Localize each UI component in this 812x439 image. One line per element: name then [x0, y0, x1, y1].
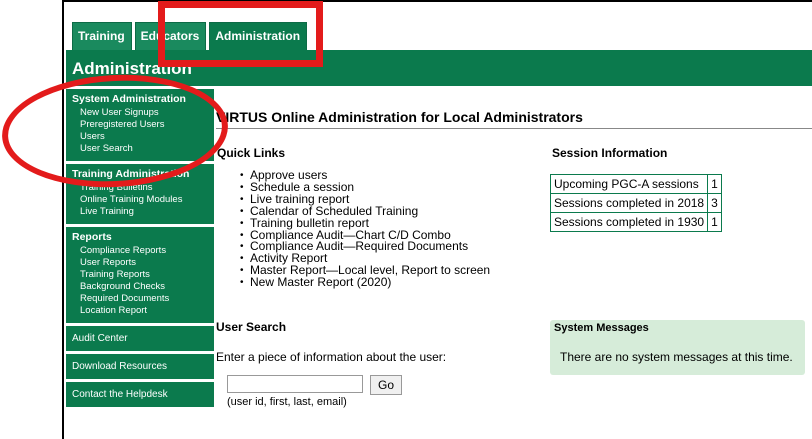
go-button[interactable]: Go — [370, 375, 402, 395]
quick-links-heading: Quick Links — [217, 146, 286, 160]
sidebar-item-live-training[interactable]: Live Training — [72, 206, 214, 218]
sidebar-item-audit-center[interactable]: Audit Center — [66, 326, 214, 351]
system-messages-text: There are no system messages at this tim… — [560, 350, 793, 364]
sidebar-section-reports: Reports Compliance Reports User Reports … — [66, 227, 214, 323]
session-label: Upcoming PGC-A sessions — [549, 174, 709, 194]
session-info-heading: Session Information — [552, 146, 668, 160]
sidebar-heading-reports[interactable]: Reports — [72, 231, 214, 243]
quick-link-new-master-report[interactable]: New Master Report (2020) — [240, 276, 490, 289]
highlight-rectangle-annotation — [158, 1, 323, 67]
quick-links-list: Approve users Schedule a session Live tr… — [240, 169, 490, 289]
sidebar-item-user-reports[interactable]: User Reports — [72, 257, 214, 269]
user-search-heading: User Search — [216, 320, 287, 334]
sidebar-item-download-resources[interactable]: Download Resources — [66, 354, 214, 379]
divider — [216, 128, 812, 129]
session-count: 1 — [707, 212, 722, 232]
tab-training[interactable]: Training — [72, 22, 132, 51]
sidebar-item-contact-helpdesk[interactable]: Contact the Helpdesk — [66, 382, 214, 407]
sidebar-item-training-reports[interactable]: Training Reports — [72, 269, 214, 281]
table-row: Sessions completed in 2018 3 — [549, 193, 722, 213]
session-count: 3 — [707, 193, 722, 213]
system-messages-heading: System Messages — [554, 322, 649, 334]
main-title: VIRTUS Online Administration for Local A… — [216, 109, 583, 125]
user-search-prompt: Enter a piece of information about the u… — [216, 350, 447, 364]
sidebar-item-required-documents[interactable]: Required Documents — [72, 293, 214, 305]
sidebar-item-online-training-modules[interactable]: Online Training Modules — [72, 194, 214, 206]
sidebar-item-location-report[interactable]: Location Report — [72, 305, 214, 317]
session-label: Sessions completed in 2018 — [549, 193, 709, 213]
table-row: Sessions completed in 1930 1 — [549, 212, 722, 232]
sidebar-item-background-checks[interactable]: Background Checks — [72, 281, 214, 293]
user-search-hint: (user id, first, last, email) — [227, 396, 347, 408]
user-search-input[interactable] — [227, 375, 363, 393]
session-count: 1 — [707, 174, 722, 194]
table-row: Upcoming PGC-A sessions 1 — [549, 174, 722, 194]
session-info-table: Upcoming PGC-A sessions 1 Sessions compl… — [549, 174, 722, 232]
session-label: Sessions completed in 1930 — [549, 212, 709, 232]
sidebar-item-compliance-reports[interactable]: Compliance Reports — [72, 245, 214, 257]
